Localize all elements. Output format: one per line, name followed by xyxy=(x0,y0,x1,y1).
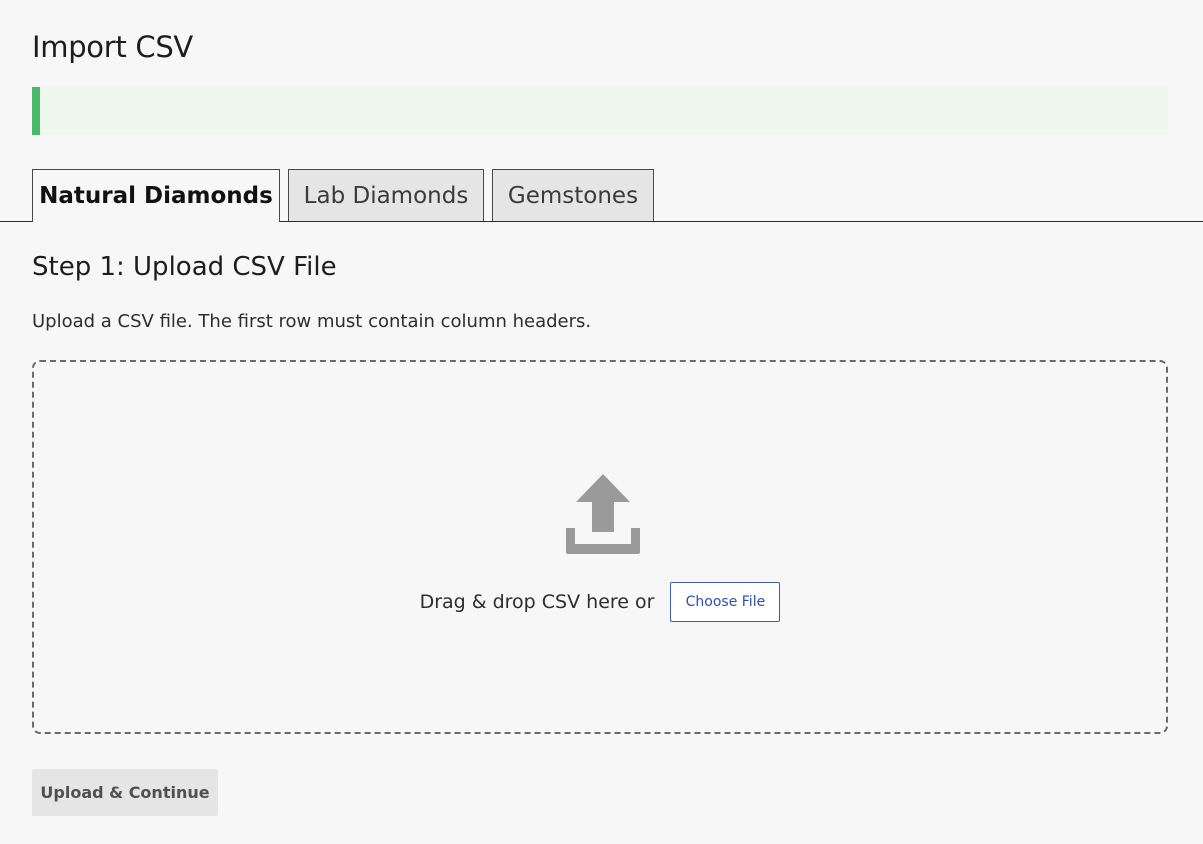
tab-lab-diamonds[interactable]: Lab Diamonds xyxy=(288,169,484,221)
choose-file-button[interactable]: Choose File xyxy=(670,582,781,622)
tab-label: Natural Diamonds xyxy=(39,183,273,209)
step-description: Upload a CSV file. The first row must co… xyxy=(32,311,592,332)
tab-bar: Natural Diamonds Lab Diamonds Gemstones xyxy=(0,169,1203,222)
step-title: Step 1: Upload CSV File xyxy=(32,252,337,282)
tab-gemstones[interactable]: Gemstones xyxy=(492,169,654,221)
tab-natural-diamonds[interactable]: Natural Diamonds xyxy=(32,169,280,222)
tab-label: Lab Diamonds xyxy=(303,183,469,209)
notice-banner xyxy=(32,87,1168,135)
csv-dropzone[interactable]: Drag & drop CSV here or Choose File xyxy=(32,360,1168,734)
drop-row: Drag & drop CSV here or Choose File xyxy=(34,582,1166,622)
drop-instructions: Drag & drop CSV here or xyxy=(419,591,655,613)
upload-continue-button[interactable]: Upload & Continue xyxy=(32,769,218,816)
page-title: Import CSV xyxy=(32,30,193,64)
upload-icon xyxy=(566,474,640,554)
tab-label: Gemstones xyxy=(507,183,639,209)
